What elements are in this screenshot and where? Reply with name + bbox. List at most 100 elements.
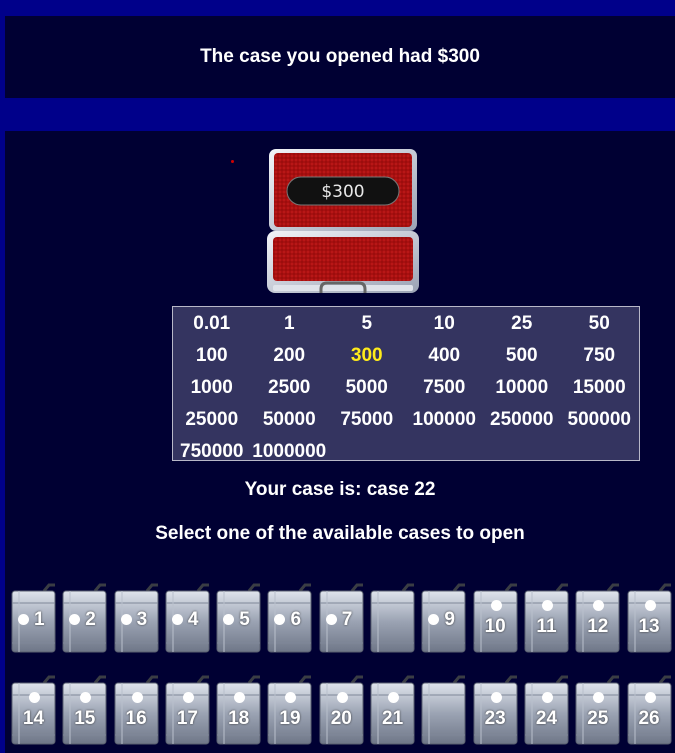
case-dot <box>171 614 183 625</box>
game-panel: $300 0.01 1 5 10 25 50 100 200 300 400 500 750 1000 2… <box>5 131 675 753</box>
case-number: 17 <box>176 708 198 729</box>
case-dot <box>388 692 400 703</box>
prize-value: 7500 <box>423 377 466 398</box>
case-dot <box>644 692 656 703</box>
case-button[interactable]: 1 <box>11 583 56 653</box>
case-button[interactable]: 24 <box>524 675 569 745</box>
case-button[interactable]: 11 <box>524 583 569 653</box>
case-dot <box>336 692 348 703</box>
case-button[interactable]: 17 <box>165 675 210 745</box>
case-button[interactable]: 6 <box>267 583 312 653</box>
case-opened <box>421 675 466 745</box>
case-dot <box>325 614 337 625</box>
case-number: 1 <box>34 609 45 630</box>
prize-value: 100 <box>195 345 228 366</box>
case-number: 15 <box>74 708 96 729</box>
case-button[interactable]: 15 <box>62 675 107 745</box>
case-button[interactable]: 5 <box>216 583 261 653</box>
case-dot <box>644 600 656 611</box>
case-dot <box>182 692 194 703</box>
case-dot <box>131 692 143 703</box>
prize-value: 75000 <box>340 409 394 430</box>
prize-value: 500 <box>505 345 538 366</box>
case-button[interactable]: 4 <box>165 583 210 653</box>
case-button[interactable]: 16 <box>114 675 159 745</box>
your-case-label: Your case is: case 22 <box>244 479 436 500</box>
briefcase-icon <box>370 583 415 653</box>
opened-briefcase-icon: $300 <box>267 149 419 293</box>
prize-value: 500000 <box>567 409 631 430</box>
case-opened <box>370 583 415 653</box>
case-button[interactable]: 19 <box>267 675 312 745</box>
case-button[interactable]: 23 <box>473 675 518 745</box>
case-number: 20 <box>330 708 352 729</box>
case-button[interactable]: 2 <box>62 583 107 653</box>
prize-row: 1000 2500 5000 7500 10000 15000 <box>173 371 639 403</box>
case-button[interactable]: 26 <box>627 675 672 745</box>
prize-row: 100 200 300 400 500 750 <box>173 339 639 371</box>
case-button[interactable]: 18 <box>216 675 261 745</box>
case-dot <box>541 692 553 703</box>
case-row-bottom: 14 15 16 17 18 19 20 21 23 24 25 26 <box>11 675 675 745</box>
prize-value: 10000 <box>495 377 549 398</box>
prize-value: 0.01 <box>193 313 231 334</box>
prize-row: 25000 50000 75000 100000 250000 500000 <box>173 403 639 435</box>
banner-message: The case you opened had $300 <box>200 46 480 67</box>
case-number: 11 <box>536 616 557 637</box>
case-dot <box>541 600 553 611</box>
briefcase-amount: $300 <box>321 182 364 202</box>
case-button[interactable]: 20 <box>319 675 364 745</box>
case-number: 12 <box>587 616 609 637</box>
prize-value: 200 <box>273 345 306 366</box>
case-button[interactable]: 7 <box>319 583 364 653</box>
case-button[interactable]: 13 <box>627 583 672 653</box>
case-number: 4 <box>187 609 199 630</box>
case-number: 2 <box>85 609 96 630</box>
case-number: 24 <box>535 708 558 729</box>
case-button[interactable]: 9 <box>421 583 466 653</box>
case-button[interactable]: 21 <box>370 675 415 745</box>
briefcase-icon <box>421 675 466 745</box>
case-number: 19 <box>279 708 301 729</box>
prize-value: 1000 <box>190 377 233 398</box>
red-dot <box>231 160 234 163</box>
case-button[interactable]: 25 <box>575 675 620 745</box>
prize-value: 750000 <box>180 441 244 462</box>
case-button[interactable]: 10 <box>473 583 518 653</box>
case-number: 9 <box>444 609 455 630</box>
case-number: 10 <box>484 616 506 637</box>
prize-value: 10 <box>433 313 455 334</box>
case-number: 26 <box>638 708 660 729</box>
case-number: 18 <box>228 708 250 729</box>
case-number: 14 <box>22 708 45 729</box>
prize-value: 5 <box>361 313 373 334</box>
prize-row: 0.01 1 5 10 25 50 <box>173 307 639 339</box>
case-number: 23 <box>484 708 506 729</box>
prize-value: 15000 <box>572 377 626 398</box>
case-button[interactable]: 12 <box>575 583 620 653</box>
case-number: 5 <box>239 609 250 630</box>
prize-value: 100000 <box>412 409 476 430</box>
case-number: 7 <box>341 609 353 630</box>
case-number: 16 <box>125 708 147 729</box>
prize-value: 250000 <box>490 409 554 430</box>
case-dot <box>120 614 132 625</box>
prize-value: 50000 <box>262 409 316 430</box>
message-banner: The case you opened had $300 <box>5 16 675 98</box>
case-dot <box>18 614 29 625</box>
prize-value: 1 <box>283 313 295 334</box>
prize-value: 5000 <box>345 377 388 398</box>
case-number: 13 <box>638 616 660 637</box>
prize-value: 25 <box>511 313 533 334</box>
prize-board: 0.01 1 5 10 25 50 100 200 300 400 500 750 1000 2500 50… <box>172 306 640 462</box>
prize-value: 50 <box>588 313 610 334</box>
prize-value: 300 <box>350 345 383 366</box>
prize-value: 400 <box>428 345 461 366</box>
instruction-label: Select one of the available cases to ope… <box>155 523 525 544</box>
case-dot <box>490 600 502 611</box>
prize-value: 1000000 <box>252 441 327 462</box>
case-button[interactable]: 3 <box>114 583 159 653</box>
case-button[interactable]: 14 <box>11 675 56 745</box>
prize-value: 2500 <box>268 377 311 398</box>
case-row-top: 1 2 3 4 5 6 7 9 10 11 12 13 <box>11 583 675 653</box>
